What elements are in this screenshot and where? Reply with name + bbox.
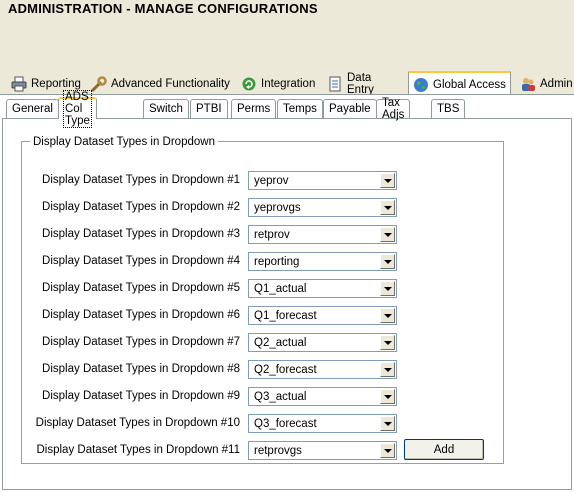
subtab-temps[interactable]: Temps [277, 99, 323, 118]
subtab-general[interactable]: General [6, 99, 59, 118]
subtab-perms[interactable]: Perms [231, 99, 277, 118]
subtab-tbs[interactable]: TBS [431, 99, 466, 118]
dataset-type-dropdown-2[interactable]: yeprovgs [248, 198, 397, 217]
dataset-type-dropdown-8[interactable]: Q2_forecast [248, 360, 397, 379]
chevron-down-icon[interactable] [380, 362, 395, 377]
dataset-type-dropdown-10[interactable]: Q3_forecast [248, 414, 397, 433]
tab-advanced-functionality[interactable]: Advanced Functionality [86, 73, 232, 95]
subtab-payable[interactable]: Payable [323, 99, 377, 118]
dropdown-label-2: Display Dataset Types in Dropdown #2 [42, 201, 240, 213]
tab-label: Global Access [433, 79, 506, 91]
dataset-type-dropdown-1[interactable]: yeprov [248, 171, 397, 190]
dropdown-value: Q1_actual [254, 282, 307, 295]
tab-label: Data Entry [347, 72, 374, 96]
dropdown-label-7: Display Dataset Types in Dropdown #7 [42, 336, 240, 348]
dropdown-value: Q3_actual [254, 390, 307, 403]
dropdown-value: Q3_forecast [254, 417, 317, 430]
chevron-down-icon[interactable] [380, 254, 395, 269]
group-legend: Display Dataset Types in Dropdown [30, 136, 218, 148]
users-icon [520, 76, 536, 92]
dropdown-value: reporting [254, 255, 300, 268]
dropdown-value: Q2_forecast [254, 363, 317, 376]
dropdown-value: retprovgs [254, 444, 302, 457]
tab-data-entry[interactable]: Data Entry [322, 72, 402, 96]
chevron-down-icon[interactable] [380, 308, 395, 323]
chevron-down-icon[interactable] [380, 173, 395, 188]
dropdown-value: Q2_actual [254, 336, 307, 349]
chevron-down-icon[interactable] [380, 443, 395, 458]
chevron-down-icon[interactable] [380, 200, 395, 215]
dropdown-value: Q1_forecast [254, 309, 317, 322]
chevron-down-icon[interactable] [380, 281, 395, 296]
dropdown-label-5: Display Dataset Types in Dropdown #5 [42, 282, 240, 294]
dropdown-label-10: Display Dataset Types in Dropdown #10 [35, 417, 240, 429]
dataset-type-dropdown-5[interactable]: Q1_actual [248, 279, 397, 298]
dropdown-label-3: Display Dataset Types in Dropdown #3 [42, 228, 240, 240]
header: ADMINISTRATION - MANAGE CONFIGURATIONS [0, 0, 574, 72]
document-icon [327, 76, 343, 92]
dataset-type-dropdown-9[interactable]: Q3_actual [248, 387, 397, 406]
tab-integration[interactable]: Integration [236, 73, 316, 95]
add-button[interactable]: Add [404, 439, 484, 460]
dataset-type-dropdown-11[interactable]: retprovgs [248, 441, 397, 460]
dropdown-value: yeprovgs [254, 201, 301, 214]
dropdown-label-8: Display Dataset Types in Dropdown #8 [42, 363, 240, 375]
dropdown-value: yeprov [254, 174, 289, 187]
printer-icon [11, 76, 27, 92]
subtab-switch[interactable]: Switch [143, 99, 189, 118]
dataset-type-dropdown-6[interactable]: Q1_forecast [248, 306, 397, 325]
page-title: ADMINISTRATION - MANAGE CONFIGURATIONS [8, 1, 318, 16]
refresh-icon [241, 76, 257, 92]
dropdown-value: retprov [254, 228, 290, 241]
dropdown-label-6: Display Dataset Types in Dropdown #6 [42, 309, 240, 321]
tab-admin[interactable]: Admin [515, 73, 574, 95]
subtab-ptbi[interactable]: PTBI [190, 99, 228, 118]
wrench-icon [91, 76, 107, 92]
subtab-tax-adjs[interactable]: Tax Adjs [376, 97, 411, 121]
globe-icon [413, 77, 429, 93]
dropdown-label-9: Display Dataset Types in Dropdown #9 [42, 390, 240, 402]
tab-label: Admin [540, 78, 573, 90]
chevron-down-icon[interactable] [380, 416, 395, 431]
dataset-type-dropdown-7[interactable]: Q2_actual [248, 333, 397, 352]
dropdown-label-4: Display Dataset Types in Dropdown #4 [42, 255, 240, 267]
dataset-type-dropdown-3[interactable]: retprov [248, 225, 397, 244]
chevron-down-icon[interactable] [380, 389, 395, 404]
tab-label: Reporting [31, 78, 81, 90]
chevron-down-icon[interactable] [380, 335, 395, 350]
tab-label: Integration [261, 78, 316, 90]
dropdown-label-1: Display Dataset Types in Dropdown #1 [42, 174, 240, 186]
tab-label: Advanced Functionality [111, 78, 230, 90]
subtab-ads-col-type[interactable]: ADS Col Type [58, 90, 97, 128]
dropdown-label-11: Display Dataset Types in Dropdown #11 [36, 444, 241, 456]
dataset-type-dropdown-4[interactable]: reporting [248, 252, 397, 271]
chevron-down-icon[interactable] [380, 227, 395, 242]
